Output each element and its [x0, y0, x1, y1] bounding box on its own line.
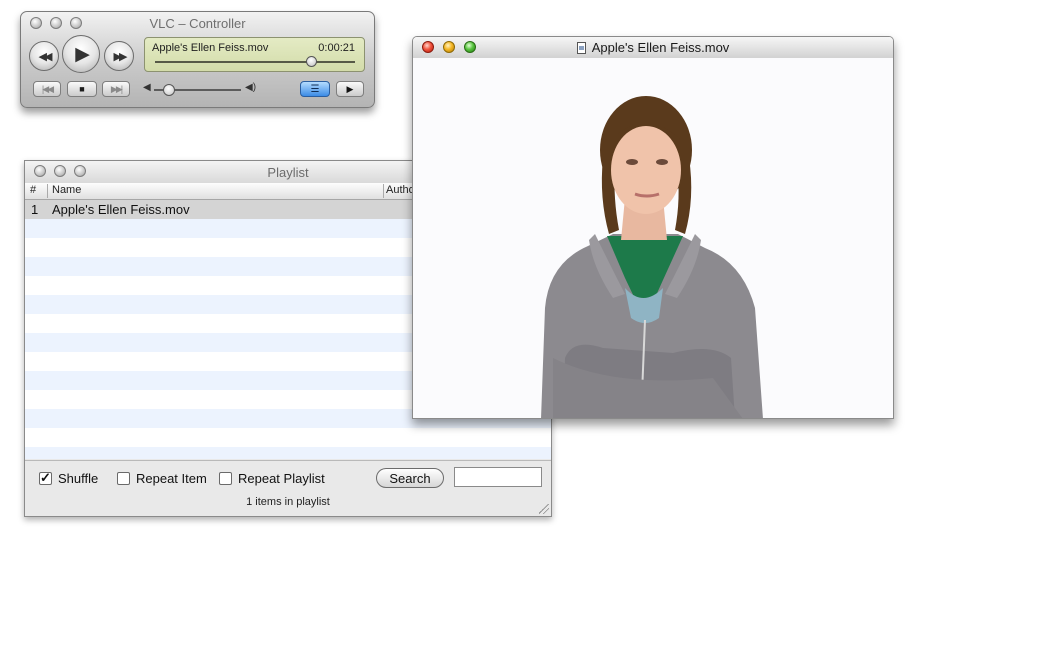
video-image — [541, 96, 763, 418]
window-title: VLC – Controller — [149, 16, 246, 31]
resize-grip[interactable] — [539, 504, 549, 514]
controller-window: VLC – Controller ◀◀ ▶ ▶▶ Apple's Ellen F… — [20, 11, 375, 108]
row-name: Apple's Ellen Feiss.mov — [52, 202, 190, 217]
playlist-toggle-button[interactable]: ☰ — [300, 81, 330, 97]
column-header-author[interactable]: Autho — [386, 184, 415, 196]
shuffle-checkbox[interactable]: ✓ Shuffle — [39, 471, 98, 486]
now-playing-title: Apple's Ellen Feiss.mov — [152, 42, 269, 54]
lcd-display: Apple's Ellen Feiss.mov 0:00:21 — [144, 37, 365, 72]
stop-icon: ■ — [79, 84, 85, 94]
next-button[interactable]: ▶▶| — [102, 81, 130, 97]
repeat-item-label: Repeat Item — [136, 471, 207, 486]
seek-slider-knob[interactable] — [306, 56, 317, 67]
row-number: 1 — [31, 202, 39, 217]
rewind-icon: ◀◀ — [38, 50, 53, 63]
speaker-high-icon[interactable]: ◀) — [245, 82, 256, 93]
repeat-item-checkbox[interactable]: Repeat Item — [117, 471, 207, 486]
fast-forward-button[interactable]: ▶▶ — [104, 41, 134, 71]
window-title: Apple's Ellen Feiss.mov — [591, 40, 730, 55]
playlist-count: 1 items in playlist — [246, 496, 330, 508]
fast-forward-icon: ▶▶ — [113, 50, 128, 63]
column-header-name[interactable]: Name — [52, 184, 81, 196]
previous-button[interactable]: |◀◀ — [33, 81, 61, 97]
next-icon: ▶▶| — [110, 83, 123, 94]
play-icon: ▶ — [75, 43, 90, 65]
volume-slider-knob[interactable] — [162, 84, 175, 96]
fullscreen-button[interactable]: ▶ — [336, 81, 364, 97]
column-header-number[interactable]: # — [30, 184, 36, 196]
video-frame[interactable] — [413, 58, 893, 418]
seek-slider[interactable] — [155, 56, 355, 67]
repeat-playlist-label: Repeat Playlist — [238, 471, 325, 486]
video-window: Apple's Ellen Feiss.mov — [412, 36, 894, 419]
movie-file-icon — [576, 42, 586, 54]
playlist-footer: ✓ Shuffle Repeat Item Repeat Playlist Se… — [25, 460, 551, 516]
checkbox-box[interactable] — [219, 472, 232, 485]
search-input[interactable] — [454, 467, 542, 487]
speaker-low-icon[interactable]: ◀ — [143, 82, 151, 93]
checkbox-box[interactable]: ✓ — [39, 471, 52, 485]
repeat-playlist-checkbox[interactable]: Repeat Playlist — [219, 471, 325, 486]
table-row[interactable] — [25, 447, 551, 459]
window-title-area: Apple's Ellen Feiss.mov — [413, 40, 893, 55]
playlist-icon: ☰ — [310, 83, 320, 95]
play-button[interactable]: ▶ — [62, 35, 100, 73]
fullscreen-icon: ▶ — [346, 83, 354, 94]
video-titlebar[interactable]: Apple's Ellen Feiss.mov — [413, 37, 893, 59]
rewind-button[interactable]: ◀◀ — [29, 41, 59, 71]
volume-slider[interactable] — [154, 84, 241, 96]
shuffle-label: Shuffle — [58, 471, 99, 486]
stop-button[interactable]: ■ — [67, 81, 97, 97]
table-row[interactable] — [25, 428, 551, 447]
checkbox-box[interactable] — [117, 472, 130, 485]
elapsed-time: 0:00:21 — [318, 42, 355, 54]
previous-icon: |◀◀ — [41, 83, 54, 94]
search-button[interactable]: Search — [376, 468, 444, 488]
